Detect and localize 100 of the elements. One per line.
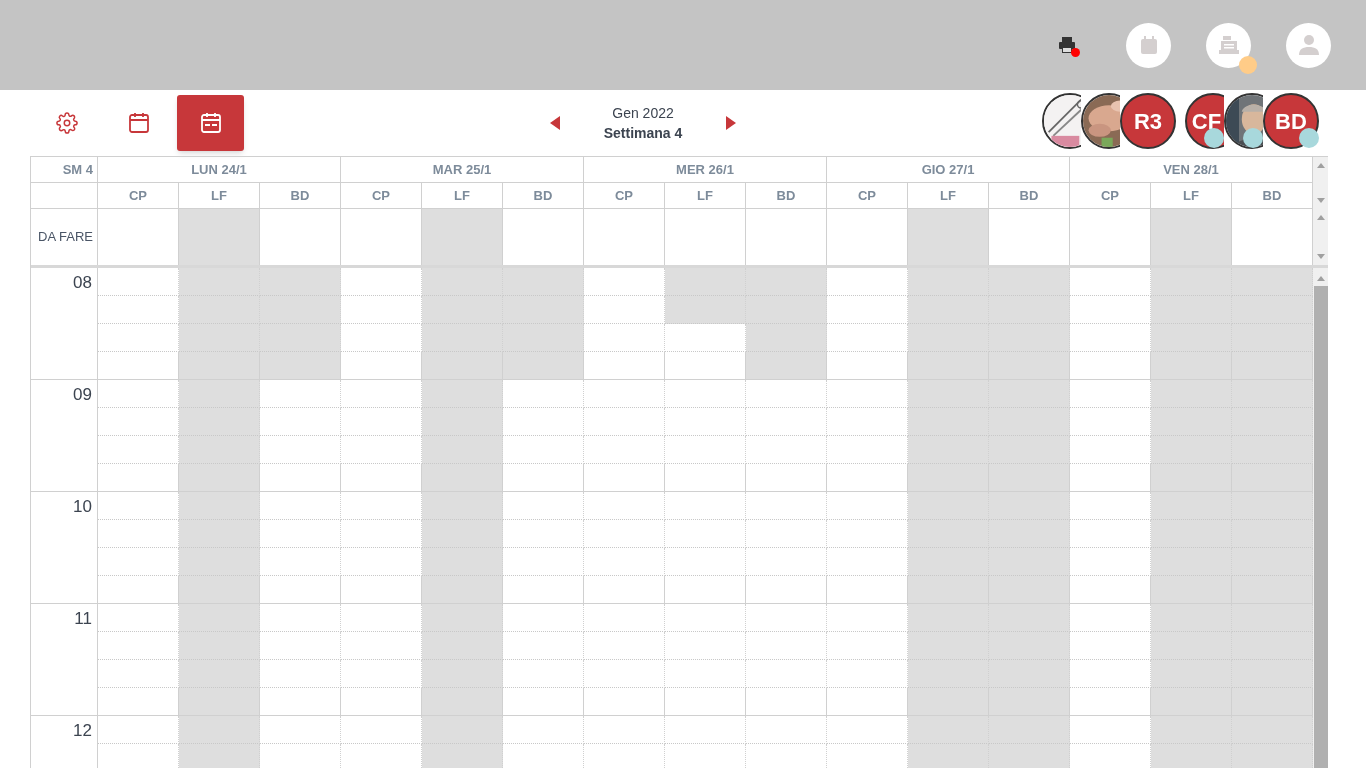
time-slot[interactable]	[584, 688, 665, 716]
time-slot[interactable]	[1151, 744, 1232, 768]
time-slot[interactable]	[827, 604, 908, 632]
time-slot[interactable]	[584, 660, 665, 688]
time-slot[interactable]	[665, 492, 746, 520]
time-slot[interactable]	[260, 380, 341, 408]
time-slot[interactable]	[341, 352, 422, 380]
time-slot[interactable]	[1232, 352, 1313, 380]
todo-cell[interactable]	[908, 209, 989, 265]
time-slot[interactable]	[584, 492, 665, 520]
time-slot[interactable]	[989, 604, 1070, 632]
time-slot[interactable]	[989, 408, 1070, 436]
scrollbar-thumb[interactable]	[1313, 286, 1328, 768]
time-slot[interactable]	[1070, 660, 1151, 688]
time-slot[interactable]	[827, 660, 908, 688]
time-slot[interactable]	[665, 576, 746, 604]
time-slot[interactable]	[260, 296, 341, 324]
time-slot[interactable]	[422, 660, 503, 688]
time-slot[interactable]	[746, 604, 827, 632]
time-slot[interactable]	[98, 688, 179, 716]
time-slot[interactable]	[260, 604, 341, 632]
time-slot[interactable]	[503, 268, 584, 296]
time-slot[interactable]	[179, 268, 260, 296]
time-slot[interactable]	[1232, 296, 1313, 324]
time-slot[interactable]	[1232, 716, 1313, 744]
time-slot[interactable]	[584, 576, 665, 604]
time-slot[interactable]	[584, 464, 665, 492]
time-slot[interactable]	[908, 324, 989, 352]
time-slot[interactable]	[1151, 604, 1232, 632]
time-slot[interactable]	[827, 520, 908, 548]
time-slot[interactable]	[260, 688, 341, 716]
time-slot[interactable]	[665, 408, 746, 436]
time-slot[interactable]	[341, 548, 422, 576]
time-slot[interactable]	[584, 324, 665, 352]
time-slot[interactable]	[665, 716, 746, 744]
time-slot[interactable]	[341, 604, 422, 632]
time-slot[interactable]	[98, 716, 179, 744]
time-slot[interactable]	[503, 660, 584, 688]
time-slot[interactable]	[827, 380, 908, 408]
time-slot[interactable]	[260, 632, 341, 660]
time-slot[interactable]	[260, 268, 341, 296]
time-slot[interactable]	[989, 688, 1070, 716]
time-slot[interactable]	[341, 576, 422, 604]
time-slot[interactable]	[827, 548, 908, 576]
time-slot[interactable]	[908, 464, 989, 492]
time-slot[interactable]	[584, 604, 665, 632]
next-icon[interactable]	[726, 116, 736, 130]
time-slot[interactable]	[341, 464, 422, 492]
time-slot[interactable]	[746, 520, 827, 548]
time-slot[interactable]	[827, 436, 908, 464]
time-slot[interactable]	[179, 296, 260, 324]
time-slot[interactable]	[422, 464, 503, 492]
time-slot[interactable]	[179, 688, 260, 716]
time-slot[interactable]	[908, 632, 989, 660]
time-slot[interactable]	[665, 632, 746, 660]
todo-cell[interactable]	[179, 209, 260, 265]
time-slot[interactable]	[908, 352, 989, 380]
time-slot[interactable]	[1232, 688, 1313, 716]
time-slot[interactable]	[1070, 296, 1151, 324]
time-slot[interactable]	[989, 464, 1070, 492]
time-slot[interactable]	[98, 296, 179, 324]
time-slot[interactable]	[1232, 632, 1313, 660]
time-slot[interactable]	[1070, 492, 1151, 520]
time-slot[interactable]	[1151, 380, 1232, 408]
time-slot[interactable]	[98, 548, 179, 576]
time-slot[interactable]	[989, 380, 1070, 408]
time-slot[interactable]	[989, 520, 1070, 548]
scroll-up-icon[interactable]	[1316, 215, 1325, 220]
day-header[interactable]: MER 26/1	[584, 157, 827, 183]
time-slot[interactable]	[665, 520, 746, 548]
time-slot[interactable]	[422, 604, 503, 632]
time-slot[interactable]	[503, 492, 584, 520]
time-slot[interactable]	[908, 660, 989, 688]
time-slot[interactable]	[746, 688, 827, 716]
time-slot[interactable]	[341, 520, 422, 548]
time-slot[interactable]	[503, 296, 584, 324]
time-slot[interactable]	[665, 688, 746, 716]
time-slot[interactable]	[665, 464, 746, 492]
avatar-photo[interactable]	[1042, 93, 1081, 149]
time-slot[interactable]	[1070, 380, 1151, 408]
time-slot[interactable]	[98, 660, 179, 688]
time-slot[interactable]	[422, 492, 503, 520]
time-slot[interactable]	[989, 296, 1070, 324]
time-slot[interactable]	[1151, 408, 1232, 436]
time-slot[interactable]	[665, 436, 746, 464]
week-view-button[interactable]	[177, 95, 244, 151]
time-slot[interactable]	[260, 352, 341, 380]
avatar[interactable]: BD	[1263, 93, 1319, 149]
time-slot[interactable]	[98, 268, 179, 296]
time-slot[interactable]	[179, 744, 260, 768]
time-slot[interactable]	[746, 492, 827, 520]
scroll-up-icon[interactable]	[1316, 276, 1325, 281]
time-slot[interactable]	[179, 632, 260, 660]
time-slot[interactable]	[827, 576, 908, 604]
time-slot[interactable]	[1151, 520, 1232, 548]
time-slot[interactable]	[98, 632, 179, 660]
time-slot[interactable]	[746, 632, 827, 660]
time-slot[interactable]	[503, 632, 584, 660]
time-slot[interactable]	[1232, 324, 1313, 352]
time-slot[interactable]	[827, 268, 908, 296]
